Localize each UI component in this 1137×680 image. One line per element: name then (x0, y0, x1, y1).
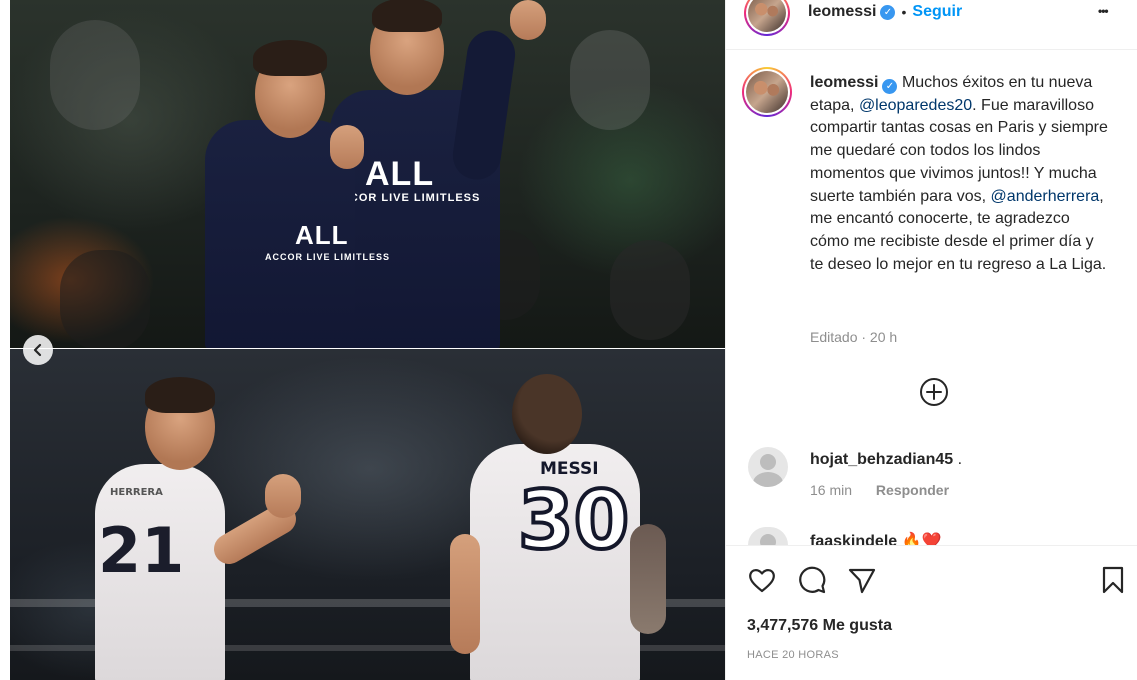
post-photo[interactable]: ALL ACCOR LIVE LIMITLESS ALL ACCOR LIVE … (0, 0, 725, 680)
send-icon[interactable] (847, 565, 877, 595)
comment-item: hojat_behzadian45 . (810, 451, 962, 469)
mention-anderherrera[interactable]: @anderherrera (991, 188, 1100, 205)
comment-text-2: 🔥❤️ (901, 533, 942, 545)
chevron-left-icon (33, 343, 42, 357)
follow-button[interactable]: Seguir (912, 3, 962, 21)
verified-badge-icon: ✓ (880, 4, 896, 20)
header-avatar[interactable] (744, 0, 790, 36)
header-username[interactable]: leomessi (808, 3, 876, 21)
photo-left-border (0, 0, 10, 680)
comment-avatar-2[interactable] (748, 527, 788, 545)
comment-icon[interactable] (797, 565, 827, 595)
carousel-prev-button[interactable] (23, 335, 53, 365)
comment-text: . (953, 451, 963, 468)
post-caption: leomessi ✓ Muchos éxitos en tu nueva etap… (810, 72, 1110, 276)
bookmark-icon[interactable] (1098, 565, 1128, 595)
verified-badge-icon: ✓ (882, 79, 898, 94)
plus-circle-icon (920, 378, 948, 406)
shirt-sponsor-logo-2: ALL (295, 220, 349, 250)
photo-top-half: ALL ACCOR LIVE LIMITLESS ALL ACCOR LIVE … (10, 0, 725, 349)
likes-count[interactable]: 3,477,576 Me gusta (747, 617, 892, 635)
post-header: leomessi ✓ • Seguir ••• (726, 0, 1137, 50)
reply-button[interactable]: Responder (876, 482, 949, 498)
comment-time: 16 min (810, 482, 853, 498)
player-herrera-bottom: 21 HERRERA (90, 369, 320, 680)
header-separator: • (901, 4, 907, 20)
load-more-comments-button[interactable] (919, 377, 949, 407)
comment-item-2: faaskindele 🔥❤️ (810, 531, 941, 545)
caption-avatar[interactable] (742, 67, 792, 117)
caption-edited-time: Editado · 20 h (810, 329, 898, 345)
more-options-icon[interactable]: ••• (1098, 4, 1109, 18)
mention-leoparedes20[interactable]: @leoparedes20 (859, 97, 972, 114)
comment-username-2[interactable]: faaskindele (810, 533, 897, 545)
player-messi-top: ALL ACCOR LIVE LIMITLESS (195, 40, 395, 349)
post-timestamp: HACE 20 HORAS (747, 649, 839, 661)
shirt-name-herrera: HERRERA (110, 487, 163, 498)
comment-username[interactable]: hojat_behzadian45 (810, 451, 953, 468)
caption-username[interactable]: leomessi (810, 74, 878, 91)
photo-bottom-half: 21 HERRERA MESSI 30 (10, 349, 725, 680)
post-side-panel: leomessi ✓ • Seguir ••• leomessi ✓ Muchos… (725, 0, 1137, 680)
comment-avatar[interactable] (748, 447, 788, 487)
comment-meta: 16 min Responder (810, 482, 949, 498)
heart-icon[interactable] (747, 565, 777, 595)
shirt-number-messi: 30 (516, 472, 631, 569)
shirt-number-herrera: 21 (98, 514, 185, 587)
shirt-sponsor-text-2: ACCOR LIVE LIMITLESS (265, 252, 391, 262)
player-messi-bottom: MESSI 30 (450, 374, 680, 680)
